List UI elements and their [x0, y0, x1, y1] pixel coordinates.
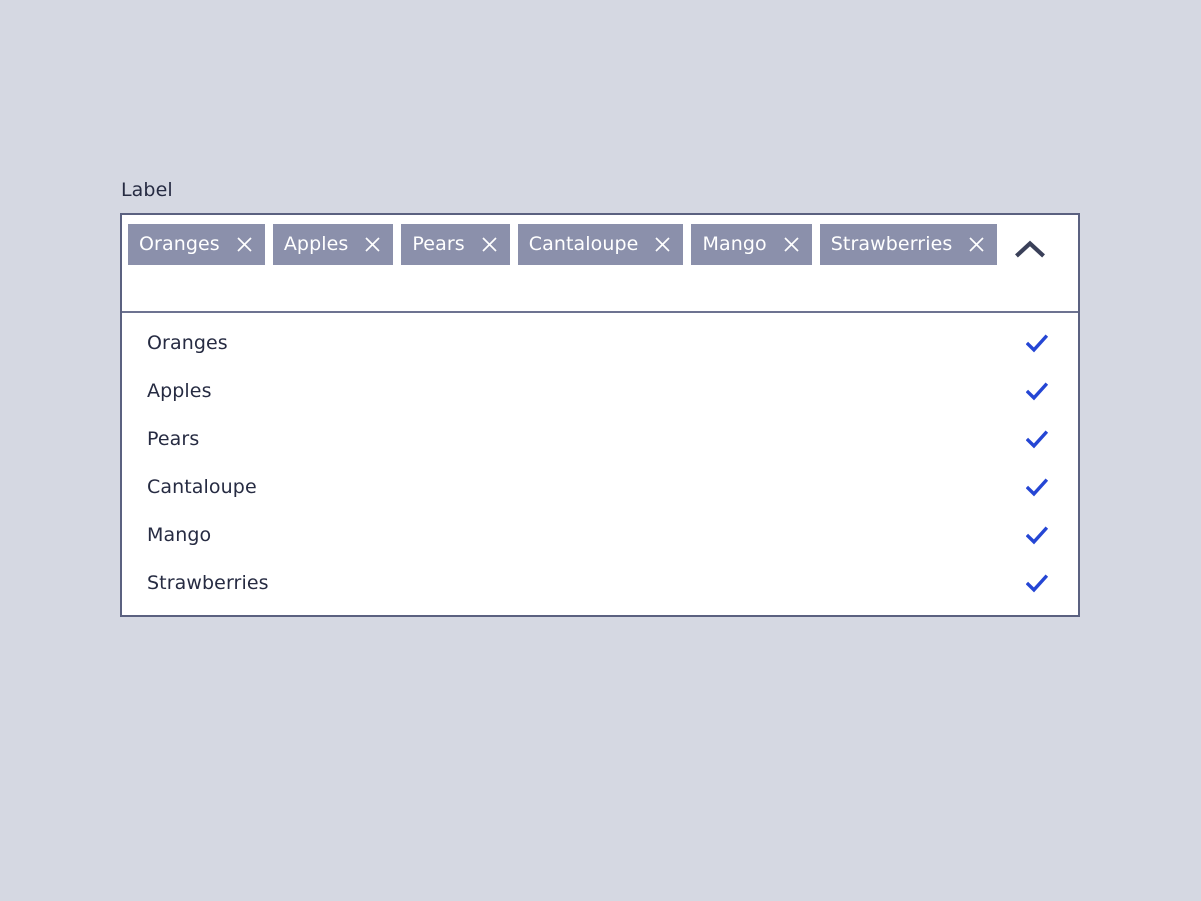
list-item[interactable]: Strawberries [122, 559, 1078, 607]
list-item[interactable]: Cantaloupe [122, 463, 1078, 511]
multiselect-control[interactable]: Oranges Apples Pears Cantaloupe Mango Strawbe… [122, 215, 1078, 311]
chip-label: Cantaloupe [528, 233, 639, 255]
option-label: Cantaloupe [147, 476, 257, 498]
close-icon[interactable] [654, 236, 671, 253]
checkmark-icon [1026, 476, 1048, 498]
selected-chip[interactable]: Strawberries [819, 224, 998, 265]
option-label: Mango [147, 524, 212, 546]
close-icon[interactable] [236, 236, 253, 253]
close-icon[interactable] [783, 236, 800, 253]
multiselect-field-group: Label Oranges Apples Pears Cantaloupe Mango S… [120, 178, 1080, 617]
dropdown-toggle-button[interactable] [1008, 227, 1052, 271]
chevron-up-icon [1015, 240, 1045, 258]
chip-label: Strawberries [830, 233, 953, 255]
list-item[interactable]: Oranges [122, 319, 1078, 367]
selected-chip[interactable]: Mango [691, 224, 812, 265]
selected-chip[interactable]: Apples [272, 224, 394, 265]
checkmark-icon [1026, 572, 1048, 594]
chip-label: Mango [702, 233, 767, 255]
option-list: Oranges Apples Pears Cantaloupe Mango Strawbe… [122, 313, 1078, 615]
checkmark-icon [1026, 332, 1048, 354]
option-label: Strawberries [147, 572, 269, 594]
chip-label: Apples [283, 233, 349, 255]
selected-chip[interactable]: Cantaloupe [517, 224, 684, 265]
list-item[interactable]: Pears [122, 415, 1078, 463]
multiselect-combobox[interactable]: Oranges Apples Pears Cantaloupe Mango Strawbe… [120, 213, 1080, 617]
selected-chip[interactable]: Oranges [128, 224, 265, 265]
close-icon[interactable] [481, 236, 498, 253]
list-item[interactable]: Mango [122, 511, 1078, 559]
checkmark-icon [1026, 380, 1048, 402]
selected-chip[interactable]: Pears [401, 224, 510, 265]
option-label: Pears [147, 428, 200, 450]
close-icon[interactable] [364, 236, 381, 253]
chip-label: Pears [412, 233, 465, 255]
close-icon[interactable] [968, 236, 985, 253]
option-label: Apples [147, 380, 212, 402]
option-label: Oranges [147, 332, 228, 354]
selected-chips-container: Oranges Apples Pears Cantaloupe Mango Strawbe… [128, 223, 1008, 265]
page-title: Label [121, 179, 173, 201]
page-root: Label Oranges Apples Pears Cantaloupe Mango S… [0, 0, 1201, 901]
checkmark-icon [1026, 428, 1048, 450]
chip-label: Oranges [139, 233, 220, 255]
checkmark-icon [1026, 524, 1048, 546]
list-item[interactable]: Apples [122, 367, 1078, 415]
